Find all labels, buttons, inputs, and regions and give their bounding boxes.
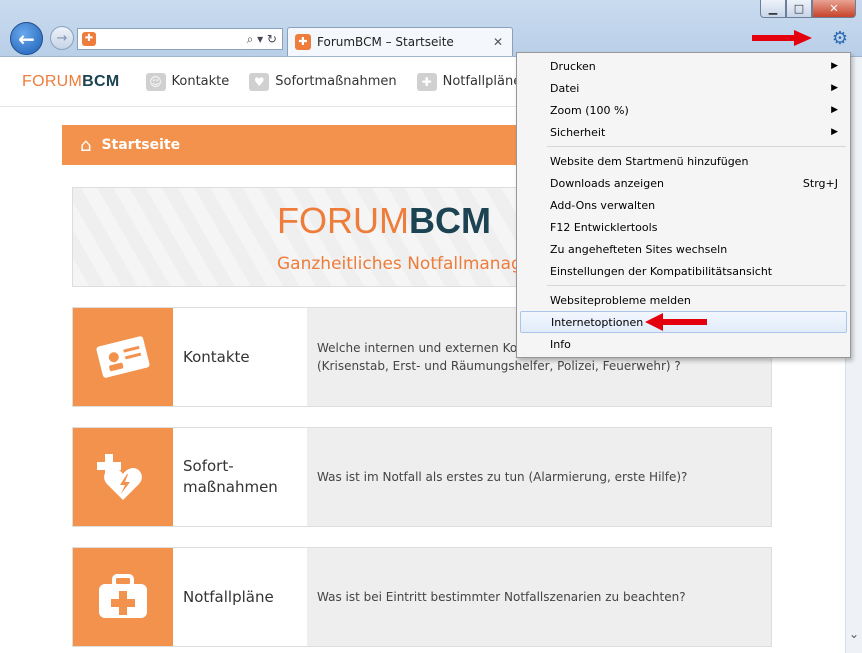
menu-label: Add-Ons verwalten — [550, 198, 656, 212]
site-favicon-icon: ✚ — [82, 32, 96, 46]
menu-separator — [547, 285, 846, 286]
submenu-arrow-icon: ▶ — [831, 61, 838, 71]
gear-icon[interactable]: ⚙ — [832, 28, 848, 49]
menu-label: Zu angehefteten Sites wechseln — [550, 242, 728, 256]
menu-label: Info — [550, 337, 571, 351]
banner-subtitle: Ganzheitliches Notfallmanag — [277, 254, 522, 274]
menu-label: Internetoptionen — [551, 315, 644, 329]
banner-bcm: BCM — [408, 200, 491, 241]
menu-label: Einstellungen der Kompatibilitätsansicht — [550, 264, 773, 278]
menu-item-report-problems[interactable]: Websiteprobleme melden — [517, 289, 850, 311]
menu-item-datei[interactable]: Datei ▶ — [517, 77, 850, 99]
forward-button[interactable]: → — [50, 26, 74, 50]
tab-title: ForumBCM – Startseite — [317, 35, 454, 49]
nav-label: Kontakte — [171, 74, 230, 89]
menu-label: Sicherheit — [550, 125, 606, 139]
menu-item-pinned-sites[interactable]: Zu angehefteten Sites wechseln — [517, 238, 850, 260]
medical-kit-icon — [73, 548, 173, 646]
banner-forum: FORUM — [277, 200, 409, 241]
close-window-button[interactable]: ✕ — [812, 0, 856, 18]
menu-shortcut: Strg+J — [802, 176, 838, 190]
card-title: Kontakte — [173, 308, 307, 406]
submenu-arrow-icon: ▶ — [831, 127, 838, 137]
banner-logo: FORUMBCM — [277, 200, 491, 242]
menu-item-compat-view[interactable]: Einstellungen der Kompatibilitätsansicht — [517, 260, 850, 282]
menu-label: Websiteprobleme melden — [550, 293, 691, 307]
menu-label: Website dem Startmenü hinzufügen — [550, 154, 749, 168]
back-arrow-icon: ← — [18, 26, 35, 51]
forward-arrow-icon: → — [56, 30, 68, 46]
nav-label: Sofortmaßnahmen — [275, 74, 397, 89]
site-logo[interactable]: FORUMBCM — [22, 73, 120, 91]
menu-item-downloads[interactable]: Downloads anzeigen Strg+J — [517, 172, 850, 194]
menu-item-startmenu[interactable]: Website dem Startmenü hinzufügen — [517, 150, 850, 172]
menu-label: Drucken — [550, 59, 596, 73]
logo-forum: FORUM — [22, 72, 83, 90]
card-desc-line1: Was ist bei Eintritt bestimmter Notfalls… — [317, 590, 686, 604]
contact-card-icon — [73, 308, 173, 406]
card-sofortmassnahmen[interactable]: Sofort- maßnahmen Was ist im Notfall als… — [72, 427, 772, 527]
nav-sofortmassnahmen[interactable]: ♥ Sofortmaßnahmen — [249, 72, 397, 91]
submenu-arrow-icon: ▶ — [831, 105, 838, 115]
card-title-line1: Sofort- — [183, 457, 234, 475]
menu-label: Datei — [550, 81, 580, 95]
contact-card-icon: ☺ — [145, 72, 166, 91]
home-icon: ⌂ — [80, 134, 92, 156]
annotation-arrow-icon — [645, 313, 707, 331]
first-aid-heart-icon: ♥ — [249, 72, 270, 91]
window-controls: ▁ □ ✕ — [760, 0, 856, 18]
tab-favicon-icon: ✚ — [295, 34, 311, 50]
scroll-down-icon[interactable]: ⌄ — [849, 627, 859, 641]
logo-bcm: BCM — [82, 72, 120, 90]
medical-kit-icon: ✚ — [416, 72, 437, 91]
menu-item-zoom[interactable]: Zoom (100 %) ▶ — [517, 99, 850, 121]
card-title-line1: Kontakte — [183, 347, 250, 366]
minimize-button[interactable]: ▁ — [760, 0, 786, 18]
menu-item-addons[interactable]: Add-Ons verwalten — [517, 194, 850, 216]
back-button[interactable]: ← — [10, 22, 43, 55]
nav-label: Notfallpläne — [442, 74, 522, 89]
card-description: Was ist im Notfall als erstes zu tun (Al… — [307, 428, 771, 526]
menu-separator — [547, 146, 846, 147]
search-refresh-icons[interactable]: ⌕ ▾ ↻ — [247, 32, 277, 47]
nav-kontakte[interactable]: ☺ Kontakte — [145, 72, 230, 91]
startseite-label: Startseite — [101, 137, 181, 153]
menu-label: Downloads anzeigen — [550, 176, 664, 190]
first-aid-heart-icon — [73, 428, 173, 526]
address-bar[interactable]: ✚ ⌕ ▾ ↻ — [77, 28, 283, 50]
card-title-line2: maßnahmen — [183, 478, 278, 496]
address-input[interactable] — [96, 30, 247, 48]
card-desc-line2: (Krisenstab, Erst- und Räumungshelfer, P… — [317, 359, 681, 373]
maximize-button[interactable]: □ — [786, 0, 812, 18]
annotation-arrow-icon — [752, 30, 812, 46]
menu-label: F12 Entwicklertools — [550, 220, 658, 234]
card-desc-line1: Was ist im Notfall als erstes zu tun (Al… — [317, 470, 688, 484]
menu-item-drucken[interactable]: Drucken ▶ — [517, 55, 850, 77]
card-title-line1: Notfallpläne — [183, 587, 274, 606]
menu-label: Zoom (100 %) — [550, 103, 629, 117]
menu-item-info[interactable]: Info — [517, 333, 850, 355]
menu-item-sicherheit[interactable]: Sicherheit ▶ — [517, 121, 850, 143]
card-title: Notfallpläne — [173, 548, 307, 646]
browser-chrome: ▁ □ ✕ ← → ✚ ⌕ ▾ ↻ ✚ ForumBCM – Startseit… — [0, 0, 862, 57]
nav-notfallplaene[interactable]: ✚ Notfallpläne — [416, 72, 522, 91]
tab-forumbcm[interactable]: ✚ ForumBCM – Startseite ✕ — [287, 27, 513, 56]
command-icons: ⚙ — [832, 28, 848, 49]
card-notfallplaene[interactable]: Notfallpläne Was ist bei Eintritt bestim… — [72, 547, 772, 647]
card-description: Was ist bei Eintritt bestimmter Notfalls… — [307, 548, 771, 646]
submenu-arrow-icon: ▶ — [831, 83, 838, 93]
card-title: Sofort- maßnahmen — [173, 428, 307, 526]
tab-close-icon[interactable]: ✕ — [493, 35, 503, 49]
menu-item-devtools[interactable]: F12 Entwicklertools — [517, 216, 850, 238]
